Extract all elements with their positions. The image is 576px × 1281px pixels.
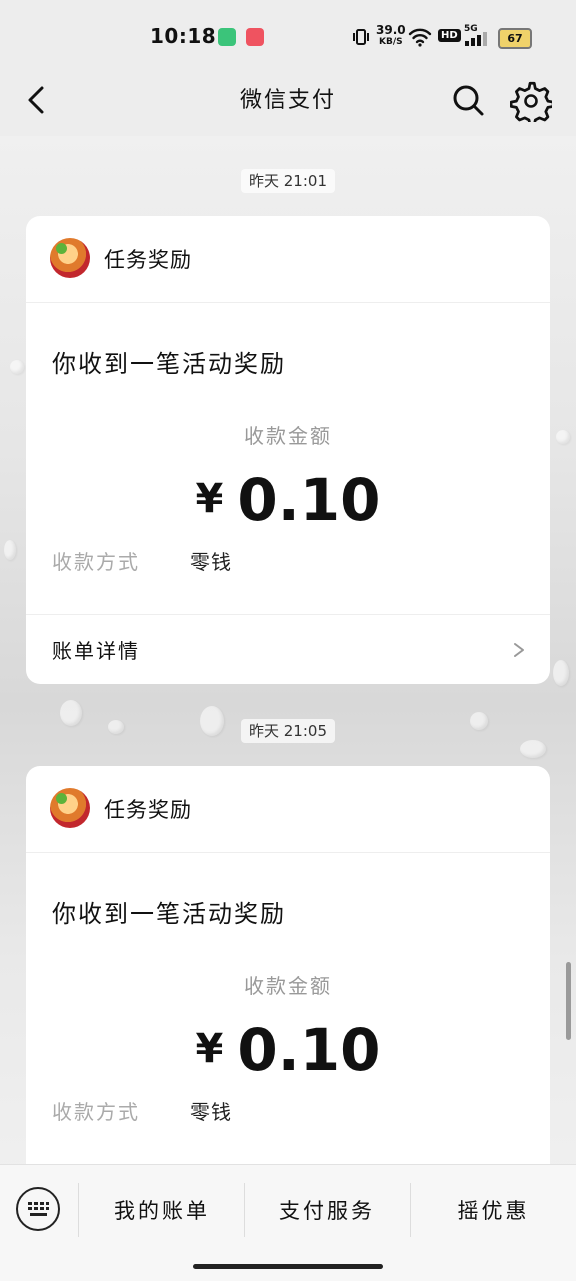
vibrate-icon [353, 29, 369, 45]
timestamp-text: 昨天 21:05 [241, 719, 335, 743]
menu-payment-services[interactable]: 支付服务 [245, 1195, 409, 1225]
payment-method-value: 零钱 [190, 1100, 232, 1124]
bill-detail-link[interactable]: 账单详情 [26, 614, 550, 684]
menu-my-bills[interactable]: 我的账单 [80, 1195, 244, 1225]
home-indicator[interactable] [193, 1264, 383, 1269]
navigation-bar: 微信支付 [0, 60, 576, 136]
wifi-icon [408, 28, 432, 47]
currency-symbol: ¥ [195, 1026, 224, 1072]
avatar [50, 788, 90, 828]
menu-shake-deals[interactable]: 摇优惠 [411, 1195, 576, 1225]
keyboard-toggle-button[interactable] [16, 1187, 60, 1231]
card-header: 任务奖励 [26, 216, 550, 303]
scrollbar[interactable] [566, 962, 571, 1040]
hd-badge: HD [438, 29, 461, 42]
search-icon[interactable] [448, 80, 488, 120]
keyboard-icon [28, 1202, 49, 1216]
payment-message-card[interactable]: 任务奖励 你收到一笔活动奖励 收款金额 ¥0.10 收款方式 零钱 [26, 766, 550, 1186]
signal-icon [465, 32, 487, 46]
amount-number: 0.10 [237, 1016, 381, 1084]
message-text: 你收到一笔活动奖励 [52, 900, 286, 928]
amount-number: 0.10 [237, 466, 381, 534]
network-speed: 39.0 KB/S [376, 24, 406, 48]
payment-message-card[interactable]: 任务奖励 你收到一笔活动奖励 收款金额 ¥0.10 收款方式 零钱 账单详情 [26, 216, 550, 684]
page-title: 微信支付 [239, 88, 336, 113]
amount-value: ¥0.10 [26, 1016, 550, 1084]
message-timestamp: 昨天 21:01 [0, 169, 576, 193]
currency-symbol: ¥ [195, 476, 224, 522]
card-header: 任务奖励 [26, 766, 550, 853]
sender-name: 任务奖励 [104, 798, 192, 822]
gear-icon[interactable] [510, 80, 552, 122]
timestamp-text: 昨天 21:01 [241, 169, 335, 193]
bill-detail-label: 账单详情 [52, 639, 140, 663]
sender-name: 任务奖励 [104, 248, 192, 272]
screen-record-notification-icon [246, 28, 264, 46]
message-text: 你收到一笔活动奖励 [52, 350, 286, 378]
download-notification-icon [218, 28, 236, 46]
payment-method-label: 收款方式 [52, 1100, 140, 1124]
message-timestamp: 昨天 21:05 [0, 719, 576, 743]
avatar [50, 238, 90, 278]
network-speed-unit: KB/S [379, 37, 403, 47]
payment-method-label: 收款方式 [52, 550, 140, 574]
amount-label: 收款金额 [244, 424, 332, 448]
chevron-right-icon [514, 643, 524, 657]
amount-value: ¥0.10 [26, 466, 550, 534]
amount-label: 收款金额 [244, 974, 332, 998]
network-speed-value: 39.0 [376, 23, 406, 37]
battery-icon: 67 [498, 28, 532, 49]
status-time: 10:18 [150, 24, 217, 48]
menu-divider [78, 1183, 79, 1237]
payment-method-value: 零钱 [190, 550, 232, 574]
